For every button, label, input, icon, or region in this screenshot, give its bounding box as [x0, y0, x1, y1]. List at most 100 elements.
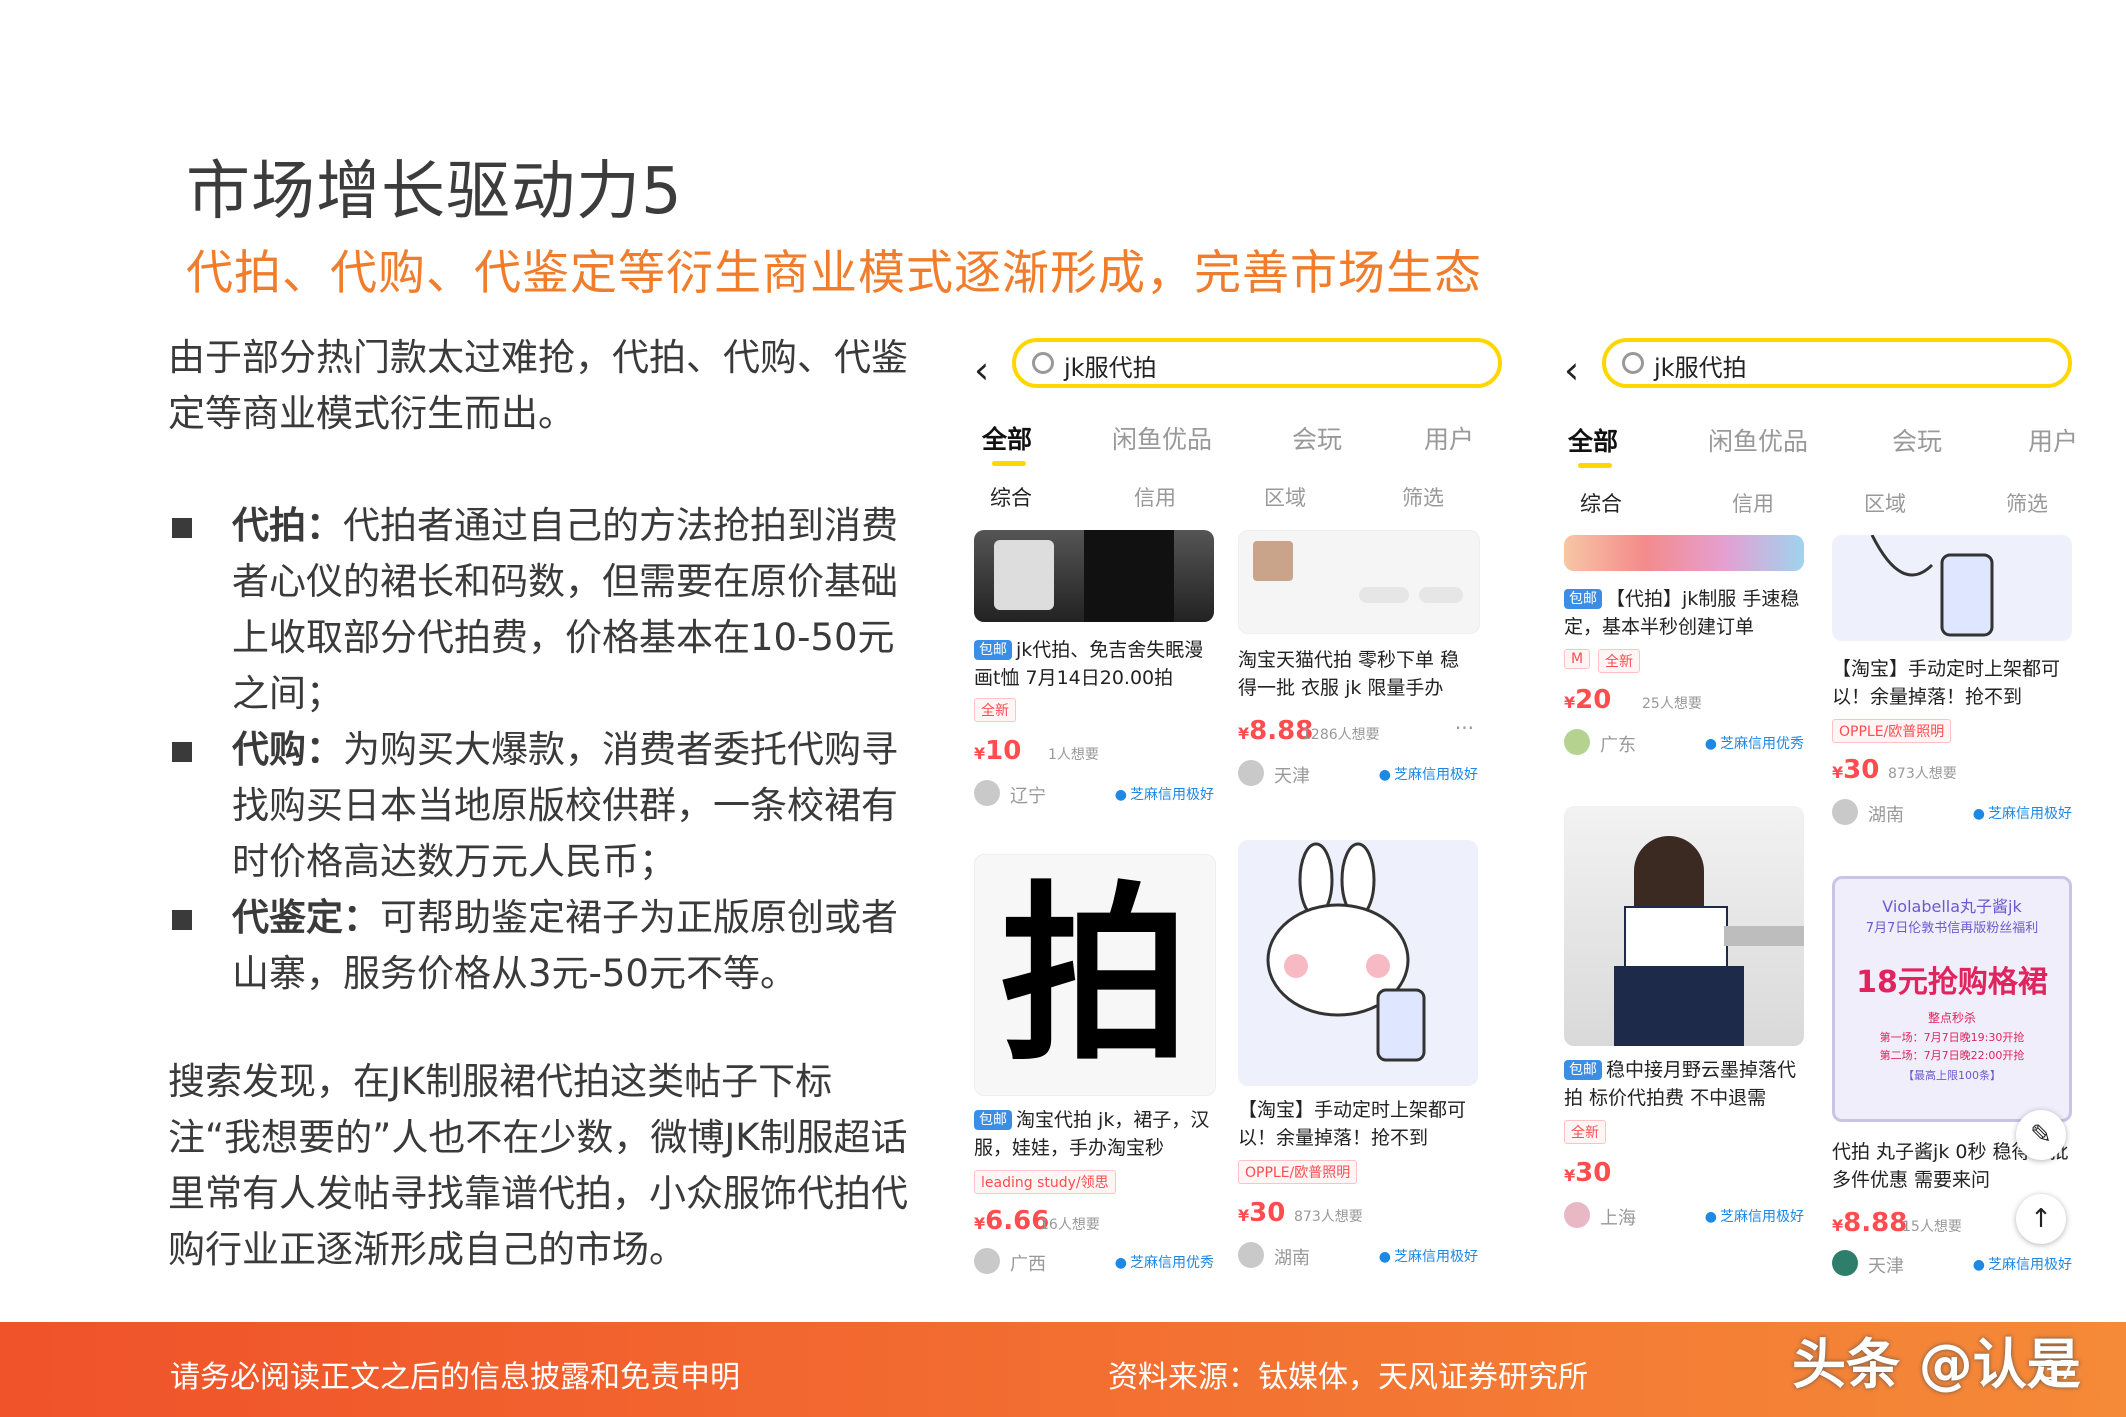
back-icon[interactable]: ‹ — [1564, 348, 1579, 392]
seller-row: 湖南 芝麻信用极好 — [1238, 1242, 1478, 1272]
free-shipping-badge: 包邮 — [1564, 589, 1602, 609]
bunny-illustration — [1870, 535, 1994, 637]
list-item[interactable]: 【淘宝】手动定时上架都可以！余量掉落！抢不到 OPPLE/欧普照明 ¥30 87… — [1238, 840, 1478, 1280]
seller-row: 湖南 芝麻信用极好 — [1832, 799, 2072, 829]
free-shipping-badge: 包邮 — [1564, 1060, 1602, 1080]
credit-badge: 芝麻信用极好 — [1705, 1206, 1804, 1226]
back-icon[interactable]: ‹ — [974, 348, 989, 392]
list-item[interactable]: 【淘宝】手动定时上架都可以！余量掉落！抢不到 OPPLE/欧普照明 ¥30 87… — [1832, 535, 2072, 895]
seller-location: 天津 — [1274, 766, 1310, 787]
list-item[interactable]: 包邮 jk代拍、免吉舍失眠漫画t恤 7月14日20.00拍 全新 ¥10 1人想要… — [974, 530, 1214, 840]
want-count: 873人想要 — [1294, 1209, 1363, 1225]
avatar — [1238, 760, 1264, 786]
avatar — [1832, 799, 1858, 825]
filter-sort[interactable]: 综合 — [1580, 488, 1622, 518]
scroll-top-icon[interactable]: ↑ — [2016, 1194, 2066, 1244]
bullet-item: 代鉴定：可帮助鉴定裙子为正版原创或者山寨，服务价格从3元-50元不等。 — [168, 890, 908, 1002]
conclusion-paragraph: 搜索发现，在JK制服裙代拍这类帖子下标注“我想要的”人也不在少数，微博JK制服超… — [168, 1060, 908, 1271]
avatar — [974, 780, 1000, 806]
tab-users[interactable]: 用户 — [2028, 422, 2078, 458]
page-number: 37 — [2042, 1356, 2076, 1386]
tab-all[interactable]: 全部 — [982, 420, 1032, 466]
seller-location: 广东 — [1600, 735, 1636, 756]
bullet-term: 代拍： — [232, 504, 343, 547]
seller-row: 广东 芝麻信用优秀 — [1564, 729, 1804, 759]
poster-line: 7月7日伦敦书信再版粉丝福利 — [1865, 921, 2039, 936]
poster-line: 第二场：7月7日晚22:00开抢 — [1879, 1049, 2025, 1062]
item-price: ¥30 — [1832, 755, 1880, 785]
tab-huiwan[interactable]: 会玩 — [1892, 422, 1942, 458]
want-count: 16人想要 — [1040, 1217, 1100, 1233]
filter-screen[interactable]: 筛选 — [1402, 482, 1444, 512]
credit-badge: 芝麻信用极好 — [1379, 1246, 1478, 1266]
page-title: 市场增长驱动力5 — [186, 155, 683, 229]
seller-row: 辽宁 芝麻信用极好 — [974, 780, 1214, 810]
brand-tag: OPPLE/欧普照明 — [1832, 719, 1952, 743]
item-price: ¥6.66 — [974, 1206, 1050, 1236]
search-icon — [1622, 352, 1644, 374]
product-image — [1564, 806, 1804, 1046]
poster-line: Violabella丸子酱jk — [1882, 897, 2022, 916]
item-price: ¥20 — [1564, 685, 1612, 715]
tab-bar: 全部 闲鱼优品 会玩 用户 — [1552, 422, 2112, 472]
seller-row: 广西 芝麻信用优秀 — [974, 1248, 1214, 1278]
bullet-term: 代鉴定： — [232, 896, 380, 939]
search-query: jk服代拍 — [1654, 354, 1747, 382]
search-input[interactable]: jk服代拍 — [1012, 338, 1502, 388]
bunny-illustration — [1266, 842, 1426, 1062]
credit-badge: 芝麻信用极好 — [1379, 764, 1478, 784]
tab-xianyu-picks[interactable]: 闲鱼优品 — [1112, 420, 1212, 456]
filter-screen[interactable]: 筛选 — [2006, 488, 2048, 518]
filter-sort[interactable]: 综合 — [990, 482, 1032, 512]
free-shipping-badge: 包邮 — [974, 640, 1012, 660]
want-count: 15人想要 — [1902, 1219, 1962, 1235]
item-title: 包邮 【代拍】jk制服 手速稳定，基本半秒创建订单 — [1564, 588, 1800, 638]
bullet-square-icon — [172, 910, 192, 930]
seller-location: 湖南 — [1274, 1248, 1310, 1269]
seller-location: 广西 — [1010, 1254, 1046, 1275]
seller-location: 辽宁 — [1010, 786, 1046, 807]
filter-credit[interactable]: 信用 — [1134, 482, 1176, 512]
search-bar: ‹ jk服代拍 — [962, 338, 1522, 398]
seller-row: 天津 芝麻信用极好 — [1238, 760, 1478, 790]
tab-users[interactable]: 用户 — [1424, 420, 1474, 456]
item-title: 【淘宝】手动定时上架都可以！余量掉落！抢不到 — [1832, 658, 2061, 708]
search-input[interactable]: jk服代拍 — [1602, 338, 2072, 388]
condition-tag: 全新 — [974, 698, 1016, 722]
bullet-item: 代拍：代拍者通过自己的方法抢拍到消费者心仪的裙长和码数，但需要在原价基础上收取部… — [168, 498, 908, 722]
credit-badge: 芝麻信用极好 — [1973, 803, 2072, 823]
product-image: Violabella丸子酱jk 7月7日伦敦书信再版粉丝福利 18元抢购格裙 整… — [1832, 876, 2072, 1122]
item-title: 包邮 淘宝代拍 jk，裙子，汉服，娃娃，手办淘宝秒 — [974, 1109, 1210, 1159]
size-tag: M — [1564, 649, 1591, 669]
disclaimer-text: 请务必阅读正文之后的信息披露和免责申明 — [170, 1360, 740, 1395]
seller-location: 湖南 — [1868, 805, 1904, 826]
want-count: 25人想要 — [1642, 696, 1702, 712]
more-icon[interactable]: ··· — [1455, 716, 1474, 740]
poster-line: 第一场：7月7日晚19:30开抢 — [1879, 1031, 2025, 1044]
tab-xianyu-picks[interactable]: 闲鱼优品 — [1708, 422, 1808, 458]
search-bar: ‹ jk服代拍 — [1552, 338, 2112, 398]
item-title: 包邮 稳中接月野云墨掉落代拍 标价代拍费 不中退需 — [1564, 1059, 1797, 1109]
list-item[interactable]: 拍 包邮 淘宝代拍 jk，裙子，汉服，娃娃，手办淘宝秒 leading study… — [974, 854, 1216, 1294]
avatar — [1564, 1202, 1590, 1228]
body-text: 由于部分热门款太过难抢，代拍、代购、代鉴定等商业模式衍生而出。 代拍：代拍者通过… — [168, 330, 908, 1278]
credit-badge: 芝麻信用优秀 — [1705, 733, 1804, 753]
product-image — [1238, 530, 1480, 634]
tab-all[interactable]: 全部 — [1568, 422, 1618, 468]
brand-tag: leading study/领思 — [974, 1170, 1116, 1194]
source-text: 资料来源：钛媒体，天风证券研究所 — [1108, 1360, 1588, 1395]
post-icon[interactable]: ✎ — [2016, 1110, 2066, 1160]
list-item[interactable]: 淘宝天猫代拍 零秒下单 稳得一批 衣服 jk 限量手办 ¥8.88 1286人想… — [1238, 530, 1480, 840]
avatar — [974, 1248, 1000, 1274]
item-price: ¥30 — [1564, 1158, 1612, 1188]
list-item[interactable]: 包邮稳中接月野云墨掉落代拍 标价代拍费 不中退需 全新 ¥30 上海 芝麻信用极… — [1564, 806, 1804, 1286]
product-image — [1564, 535, 1804, 571]
poster-headline: 18元抢购格裙 — [1856, 965, 2048, 1000]
condition-tag: 全新 — [1564, 1120, 1606, 1144]
filter-credit[interactable]: 信用 — [1732, 488, 1774, 518]
want-count: 1286人想要 — [1302, 727, 1380, 743]
tab-huiwan[interactable]: 会玩 — [1292, 420, 1342, 456]
filter-region[interactable]: 区域 — [1864, 488, 1906, 518]
seller-row: 上海 芝麻信用极好 — [1564, 1202, 1804, 1232]
filter-region[interactable]: 区域 — [1264, 482, 1306, 512]
